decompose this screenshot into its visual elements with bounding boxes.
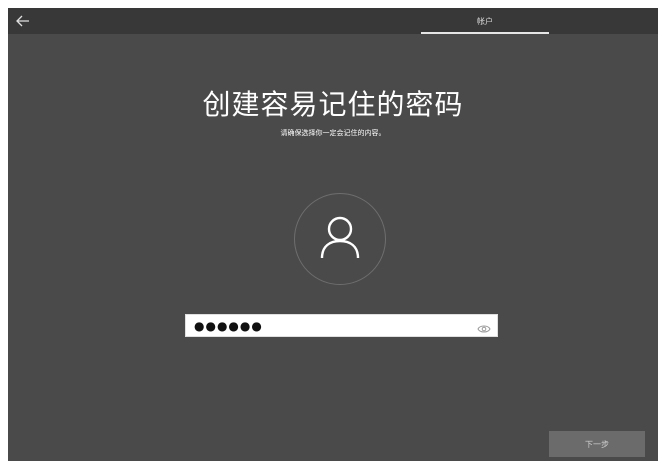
- next-button-label: 下一步: [585, 439, 609, 449]
- tab-active-indicator: [421, 32, 549, 34]
- password-field[interactable]: [185, 314, 498, 337]
- top-bar: 帐户: [8, 8, 658, 34]
- avatar: [294, 193, 386, 285]
- eye-icon[interactable]: [477, 320, 491, 333]
- page-subtitle: 请确保选择你一定会记住的内容。: [280, 129, 386, 137]
- user-icon: [319, 214, 361, 264]
- page-title: 创建容易记住的密码: [202, 88, 464, 121]
- back-button[interactable]: [12, 10, 34, 32]
- arrow-left-icon: [16, 12, 30, 31]
- next-button[interactable]: 下一步: [549, 431, 645, 457]
- setup-screen: 帐户 创建容易记住的密码 请确保选择你一定会记住的内容。 下一步: [8, 8, 658, 461]
- password-input[interactable]: [186, 315, 474, 336]
- tab-account-label: 帐户: [477, 16, 493, 26]
- tab-account[interactable]: 帐户: [421, 8, 549, 34]
